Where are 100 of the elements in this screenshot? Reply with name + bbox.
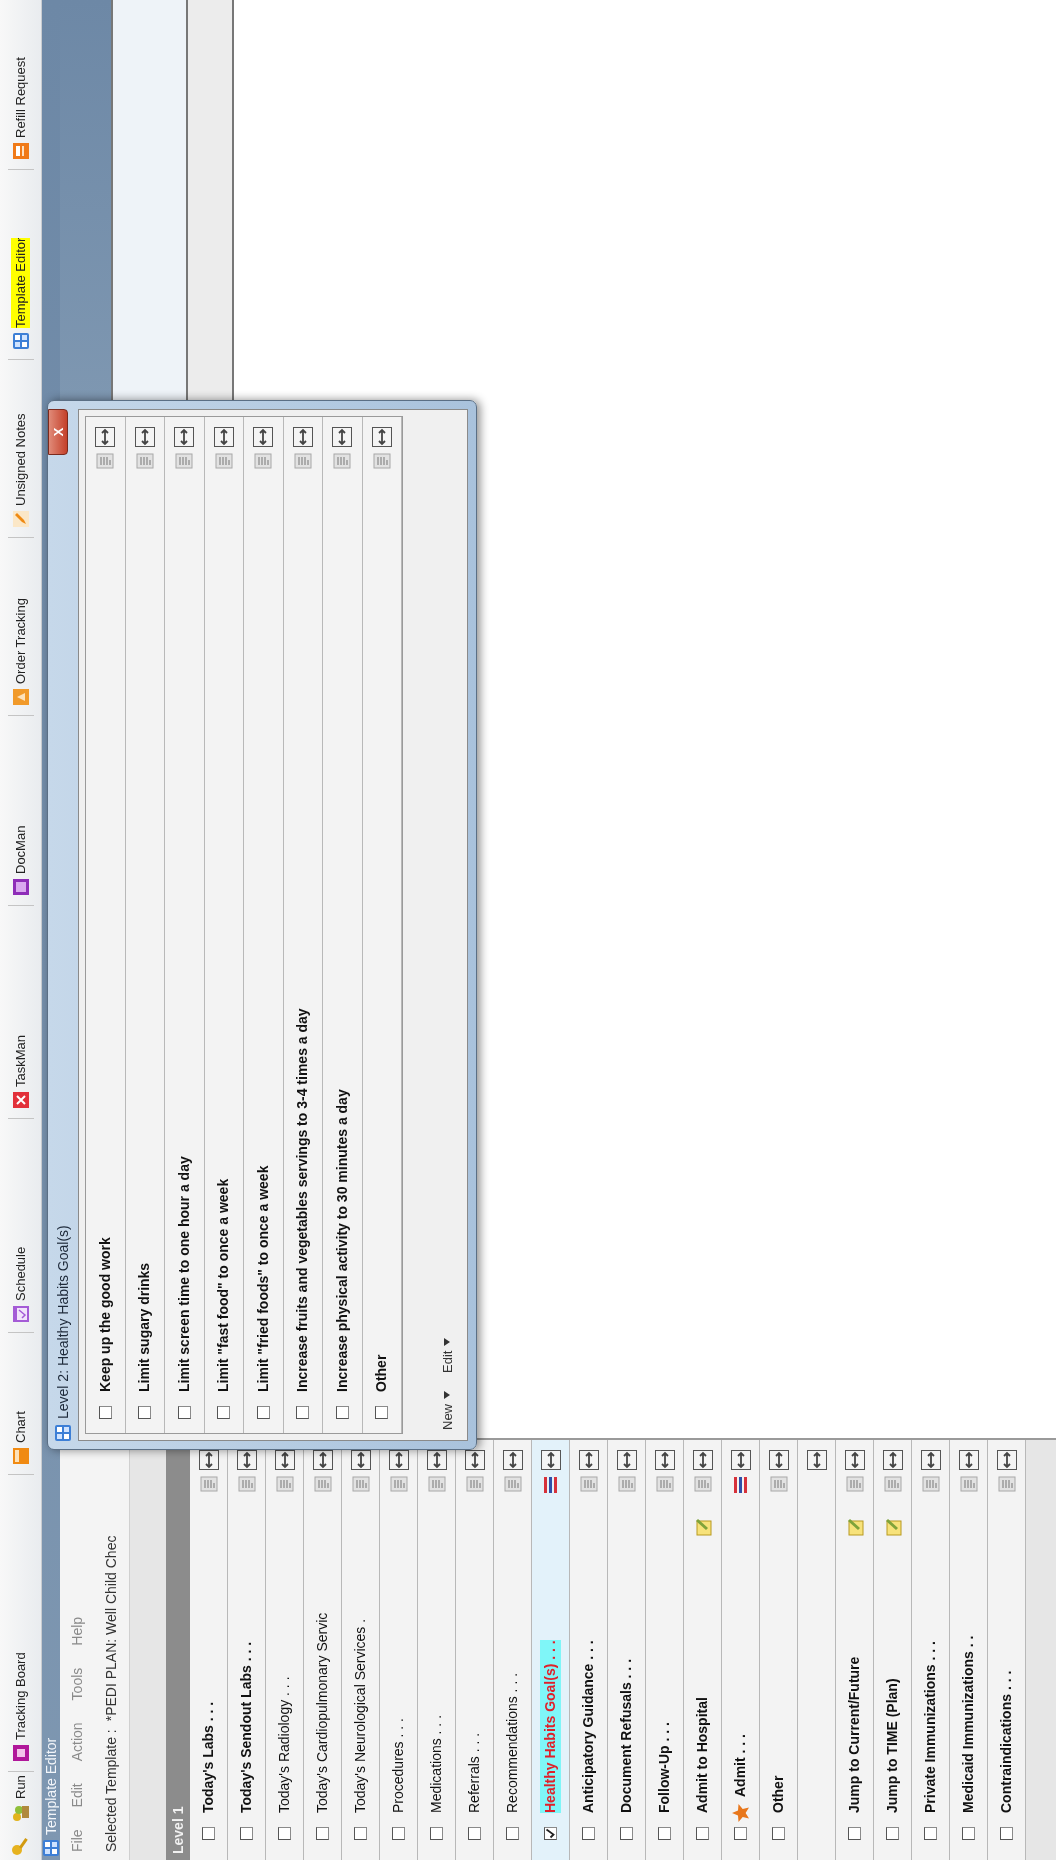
checkbox[interactable] <box>202 1827 215 1840</box>
checkbox[interactable] <box>240 1827 253 1840</box>
page-icon <box>275 1476 294 1492</box>
checkbox[interactable] <box>296 1406 310 1419</box>
toolbar-button[interactable]: Run <box>8 1771 33 1828</box>
arrows-icon <box>292 427 313 447</box>
checkbox[interactable] <box>468 1827 481 1840</box>
arrows-icon <box>350 1450 371 1470</box>
row-label: Limit "fried foods" to once a week <box>253 1165 272 1392</box>
page-icon <box>293 453 312 469</box>
list-row[interactable]: Admit . . . <box>722 1440 760 1860</box>
list-row[interactable]: Anticipatory Guidance . . . <box>570 1440 608 1860</box>
checkbox[interactable] <box>335 1406 349 1419</box>
checkbox[interactable] <box>217 1406 231 1419</box>
arrows-icon <box>426 1450 447 1470</box>
list-row[interactable]: Recommendations . . . <box>494 1440 532 1860</box>
row-label: Other <box>372 1354 391 1392</box>
caret-icon <box>444 1391 451 1399</box>
page-icon <box>693 1476 712 1492</box>
list-row[interactable]: Other <box>760 1440 798 1860</box>
arrows-icon <box>768 1450 789 1470</box>
checkbox[interactable] <box>848 1827 861 1840</box>
list-row[interactable]: Jump to Current/Future <box>836 1440 874 1860</box>
checkbox[interactable] <box>354 1827 367 1840</box>
close-button[interactable]: X <box>48 409 68 455</box>
toolbar-button[interactable]: Chart <box>8 1407 33 1468</box>
checkbox[interactable] <box>375 1406 389 1419</box>
list-row[interactable]: Contraindications . . . <box>988 1440 1026 1860</box>
box-icon <box>12 689 29 705</box>
arrows-icon <box>654 1450 675 1470</box>
list-row[interactable]: Increase physical activity to 30 minutes a day <box>323 417 363 1433</box>
checkbox[interactable] <box>696 1827 709 1840</box>
checkbox[interactable] <box>544 1827 557 1840</box>
row-label: Admit . . . <box>731 1734 749 1797</box>
list-row[interactable]: Other <box>362 417 402 1433</box>
row-label: Jump to Current/Future <box>845 1656 863 1813</box>
checkbox[interactable] <box>177 1406 191 1419</box>
toolbar-button[interactable]: DocMan <box>8 821 33 899</box>
template-name: *PEDI PLAN: Well Child Chec <box>102 1535 120 1722</box>
arrows-icon <box>464 1450 485 1470</box>
checkbox[interactable] <box>658 1827 671 1840</box>
arrows-icon <box>616 1450 637 1470</box>
row-label: Healthy Habits Goal(s) . . . <box>540 1640 561 1813</box>
toolbar-button[interactable]: Schedule <box>8 1242 33 1326</box>
checkbox[interactable] <box>734 1827 747 1840</box>
form-icon <box>12 143 29 159</box>
page-icon <box>135 453 154 469</box>
row-label: Referrals . . . <box>465 1732 483 1813</box>
checkbox[interactable] <box>278 1827 291 1840</box>
checkbox[interactable] <box>256 1406 270 1419</box>
list-row[interactable]: Healthy Habits Goal(s) . . . <box>532 1440 570 1860</box>
page-icon <box>351 1476 370 1492</box>
toolbar-button[interactable]: Order Tracking <box>8 594 33 709</box>
list-row[interactable]: Document Refusals . . . <box>608 1440 646 1860</box>
list-row[interactable]: Referrals . . . <box>456 1440 494 1860</box>
page-icon <box>883 1476 902 1492</box>
list-row[interactable]: Private Immunizations . . . <box>912 1440 950 1860</box>
checkbox[interactable] <box>430 1827 443 1840</box>
menu-button[interactable]: Edit <box>437 1335 457 1375</box>
toolbar-button[interactable]: Refill Request <box>8 53 33 163</box>
arrows-icon <box>996 1450 1017 1470</box>
page-icon <box>655 1476 674 1492</box>
arrows-icon <box>920 1450 941 1470</box>
people-icon <box>11 1804 30 1824</box>
list-row[interactable]: Limit "fast food" to once a week <box>204 417 244 1433</box>
toolbar-button[interactable]: TaskMan <box>8 1030 33 1112</box>
checkbox[interactable] <box>962 1827 975 1840</box>
list-row[interactable]: Limit "fried foods" to once a week <box>244 417 284 1433</box>
checkbox[interactable] <box>772 1827 785 1840</box>
checkbox[interactable] <box>98 1406 112 1419</box>
checkbox[interactable] <box>506 1827 519 1840</box>
grid-icon <box>55 1425 71 1441</box>
checkbox[interactable] <box>1000 1827 1013 1840</box>
checkbox[interactable] <box>582 1827 595 1840</box>
toolbar-button[interactable]: Unsigned Notes <box>8 409 33 531</box>
checkbox[interactable] <box>924 1827 937 1840</box>
page-icon <box>579 1476 598 1492</box>
page-icon <box>427 1476 446 1492</box>
arrows-icon <box>502 1450 523 1470</box>
checkbox[interactable] <box>886 1827 899 1840</box>
list-row[interactable]: Limit screen time to one hour a day <box>165 417 205 1433</box>
list-row[interactable]: Jump to TIME (Plan) <box>874 1440 912 1860</box>
checkbox[interactable] <box>620 1827 633 1840</box>
page-icon <box>997 1476 1016 1492</box>
list-row[interactable]: Follow-Up . . . <box>646 1440 684 1860</box>
arrows-icon <box>134 427 155 447</box>
list-row[interactable]: Limit sugary drinks <box>125 417 165 1433</box>
list-row[interactable]: Admit to Hospital <box>684 1440 722 1860</box>
row-label: Contraindications . . . <box>997 1670 1015 1813</box>
checkbox[interactable] <box>316 1827 329 1840</box>
note-icon <box>693 1518 712 1536</box>
toolbar-button[interactable]: Tracking Board <box>8 1648 33 1765</box>
checkbox[interactable] <box>138 1406 152 1419</box>
checkbox[interactable] <box>392 1827 405 1840</box>
menu-button[interactable]: New <box>437 1389 457 1432</box>
list-row[interactable]: Increase fruits and vegetables servings to 3-4 times a day <box>283 417 323 1433</box>
note-icon <box>845 1518 864 1536</box>
list-row[interactable]: Keep up the good work <box>86 417 126 1433</box>
row-label: Admit to Hospital <box>693 1697 711 1813</box>
list-row[interactable]: Medicaid Immunizations . . <box>950 1440 988 1860</box>
